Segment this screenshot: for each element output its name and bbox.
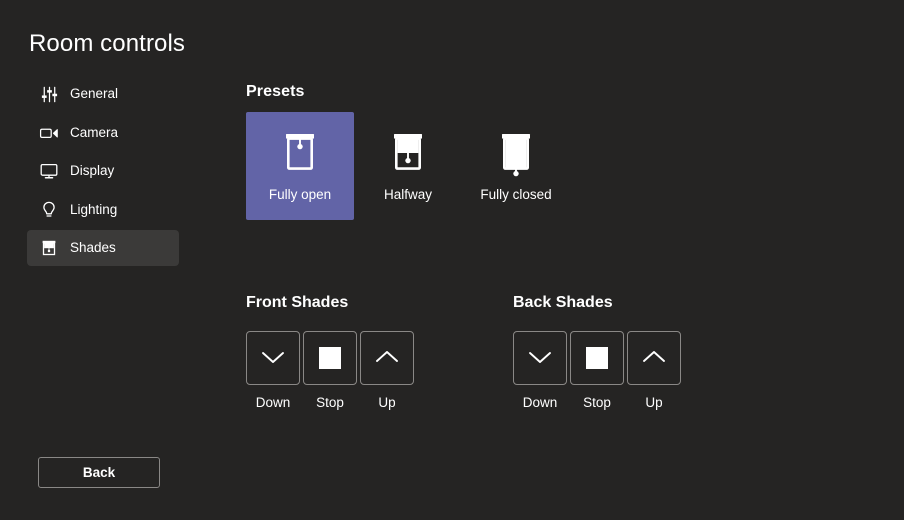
- front-shades-up-button[interactable]: [360, 331, 414, 385]
- presets-heading: Presets: [246, 83, 305, 100]
- back-shades-down-button[interactable]: [513, 331, 567, 385]
- sidebar-item-shades[interactable]: Shades: [27, 230, 179, 266]
- stop-square-icon: [319, 347, 341, 369]
- shade-halfway-icon: [385, 128, 431, 180]
- preset-label: Fully closed: [480, 187, 552, 202]
- front-shades-down-wrap: Down: [246, 331, 300, 412]
- camera-icon: [39, 123, 59, 143]
- front-shades-stop-wrap: Stop: [303, 331, 357, 412]
- lightbulb-icon: [39, 200, 59, 220]
- sidebar-item-label: Display: [70, 163, 115, 178]
- front-shades-heading: Front Shades: [246, 294, 349, 311]
- back-shades-up-label: Up: [645, 395, 663, 410]
- preset-label: Halfway: [383, 187, 432, 202]
- chevron-up-icon: [373, 348, 401, 369]
- preset-label: Fully open: [268, 187, 332, 202]
- front-shades-group: Front Shades Down Stop Up: [246, 294, 414, 412]
- sidebar-item-lighting[interactable]: Lighting: [27, 192, 179, 228]
- presets-row: Fully open Halfway Fully closed: [246, 112, 570, 220]
- sidebar-item-display[interactable]: Display: [27, 153, 179, 189]
- shade-fully-open-icon: [277, 128, 323, 180]
- back-shades-heading: Back Shades: [513, 294, 613, 311]
- preset-fully-open-button[interactable]: Fully open: [246, 112, 354, 220]
- stop-square-icon: [586, 347, 608, 369]
- back-button[interactable]: Back: [38, 457, 160, 488]
- shade-icon: [39, 238, 59, 258]
- back-shades-down-label: Down: [522, 395, 558, 410]
- chevron-up-icon: [640, 348, 668, 369]
- preset-fully-closed-button[interactable]: Fully closed: [462, 112, 570, 220]
- chevron-down-icon: [259, 348, 287, 369]
- front-shades-down-label: Down: [255, 395, 291, 410]
- preset-halfway-button[interactable]: Halfway: [354, 112, 462, 220]
- sidebar-item-general[interactable]: General: [27, 76, 179, 112]
- page-title: Room controls: [29, 30, 186, 57]
- sidebar-item-label: Camera: [70, 124, 119, 140]
- back-shades-stop-wrap: Stop: [570, 331, 624, 412]
- monitor-icon: [39, 161, 59, 181]
- back-shades-group: Back Shades Down Stop Up: [513, 294, 681, 412]
- back-shades-stop-button[interactable]: [570, 331, 624, 385]
- front-shades-buttons: Down Stop Up: [246, 331, 414, 412]
- sidebar-item-label: General: [70, 86, 119, 101]
- back-shades-stop-label: Stop: [583, 395, 611, 410]
- front-shades-stop-label: Stop: [316, 395, 344, 410]
- back-shades-down-wrap: Down: [513, 331, 567, 412]
- front-shades-down-button[interactable]: [246, 331, 300, 385]
- sidebar-item-camera[interactable]: Camera: [27, 115, 179, 151]
- back-shades-up-button[interactable]: [627, 331, 681, 385]
- back-shades-up-wrap: Up: [627, 331, 681, 412]
- shade-fully-closed-icon: [493, 128, 539, 180]
- chevron-down-icon: [526, 348, 554, 369]
- sidebar-item-label: Lighting: [70, 201, 118, 217]
- settings-sidebar: General Camera Display Lighting Shades: [27, 76, 179, 269]
- sliders-icon: [39, 84, 59, 104]
- front-shades-up-wrap: Up: [360, 331, 414, 412]
- front-shades-up-label: Up: [378, 395, 396, 410]
- sidebar-item-label: Shades: [70, 240, 116, 255]
- back-shades-buttons: Down Stop Up: [513, 331, 681, 412]
- front-shades-stop-button[interactable]: [303, 331, 357, 385]
